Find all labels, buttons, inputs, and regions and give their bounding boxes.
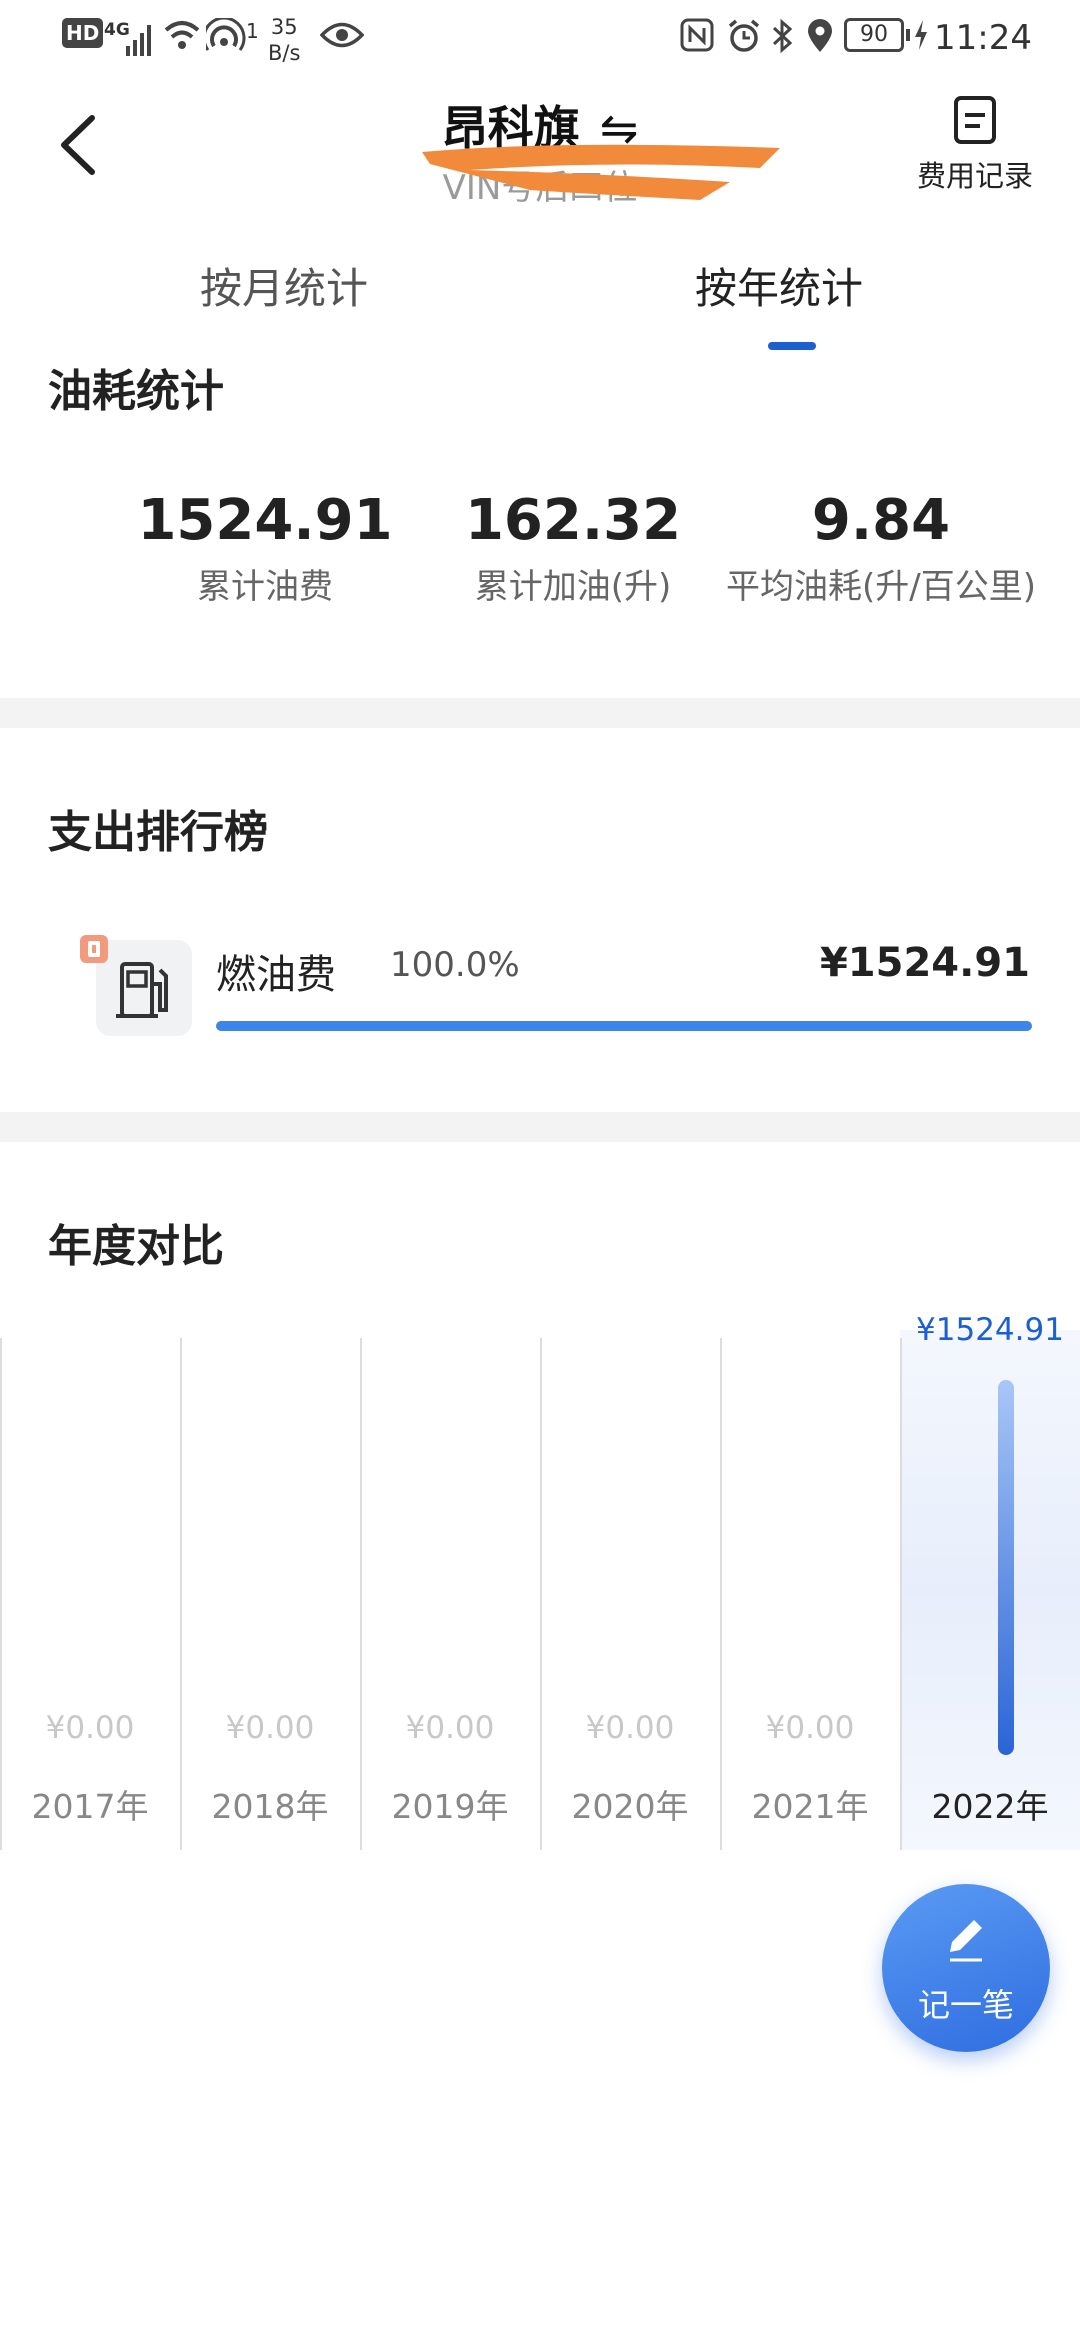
- year-column-1[interactable]: ¥0.00 2018年: [180, 1330, 360, 1850]
- fuel-stats-title: 油耗统计: [48, 366, 224, 417]
- tab-yearly[interactable]: 按年统计: [695, 255, 863, 316]
- hd-icon: HD: [62, 18, 104, 48]
- year-column-3[interactable]: ¥0.00 2020年: [540, 1330, 720, 1850]
- stat-total-fuel-cost: 1524.91 累计油费: [100, 488, 430, 608]
- column-divider: [180, 1338, 182, 1850]
- pen-icon: [950, 1920, 982, 1962]
- value-label-3: ¥0.00: [585, 1710, 675, 1746]
- column-divider: [720, 1338, 722, 1850]
- stat-label: 累计油费: [197, 567, 333, 607]
- clock: 11:24: [934, 18, 1032, 58]
- value-label-0: ¥0.00: [45, 1710, 135, 1746]
- year-column-2[interactable]: ¥0.00 2019年: [360, 1330, 540, 1850]
- yearly-title: 年度对比: [48, 1221, 224, 1272]
- column-divider: [0, 1338, 2, 1850]
- battery-icon: 90: [844, 18, 910, 52]
- yearly-bar-chart: ¥0.00 2017年 ¥0.00 2018年 ¥0.00 2019年 ¥0.00 2020年…: [0, 1312, 1080, 1850]
- stat-label: 累计加油(升): [474, 567, 672, 607]
- column-divider: [540, 1338, 542, 1850]
- wifi-icon: [162, 18, 202, 54]
- hotspot-count: 1: [246, 19, 259, 43]
- expense-record-button[interactable]: 费用记录: [900, 95, 1050, 205]
- ranking-progress-fill: [216, 1021, 1032, 1031]
- net-speed: 35 B/s: [268, 14, 300, 66]
- eye-icon: [320, 18, 364, 52]
- column-divider: [900, 1338, 902, 1850]
- value-label-5: ¥1524.91: [916, 1312, 1064, 1348]
- network-type: 4G: [104, 20, 130, 40]
- year-label-1: 2018年: [211, 1787, 329, 1826]
- value-label-1: ¥0.00: [225, 1710, 315, 1746]
- signal-icon: 4G: [104, 20, 154, 60]
- year-label-5: 2022年: [931, 1787, 1049, 1826]
- category-badge-icon: [80, 935, 108, 963]
- expense-record-label: 费用记录: [916, 159, 1033, 193]
- tab-monthly[interactable]: 按月统计: [200, 255, 368, 316]
- active-tab-indicator: [768, 342, 816, 350]
- battery-level: 90: [844, 18, 904, 52]
- ranking-item-name: 燃油费: [216, 952, 336, 998]
- ranking-item-amount: ¥1524.91: [819, 940, 1030, 986]
- hotspot-icon: 1: [206, 18, 259, 54]
- hd-label: HD: [62, 18, 104, 48]
- year-column-0[interactable]: ¥0.00 2017年: [0, 1330, 180, 1850]
- net-speed-unit: B/s: [268, 41, 301, 65]
- ranking-title: 支出排行榜: [48, 807, 268, 858]
- stat-avg-consumption: 9.84 平均油耗(升/百公里): [716, 488, 1046, 608]
- stat-total-fuel-liters: 162.32 累计加油(升): [408, 488, 738, 608]
- stat-value: 9.84: [811, 488, 951, 553]
- year-column-4[interactable]: ¥0.00 2021年: [720, 1330, 900, 1850]
- year-label-4: 2021年: [751, 1787, 869, 1826]
- year-label-2: 2019年: [391, 1787, 509, 1826]
- bluetooth-icon: [770, 18, 796, 54]
- alarm-icon: [726, 18, 762, 54]
- year-label-3: 2020年: [571, 1787, 689, 1826]
- stat-value: 1524.91: [137, 488, 393, 553]
- value-label-2: ¥0.00: [405, 1710, 495, 1746]
- add-record-label: 记一笔: [917, 1986, 1014, 2024]
- year-label-0: 2017年: [31, 1787, 149, 1826]
- stat-label: 平均油耗(升/百公里): [726, 567, 1036, 607]
- redaction-scribble: [422, 144, 780, 200]
- fuel-pump-icon: [96, 940, 192, 1036]
- value-label-4: ¥0.00: [765, 1710, 855, 1746]
- year-column-5[interactable]: ¥1524.91 2022年: [900, 1312, 1080, 1850]
- bar-5: [998, 1380, 1014, 1755]
- add-record-button[interactable]: 记一笔: [882, 1884, 1050, 2052]
- nfc-icon: [680, 18, 714, 52]
- charging-icon: [912, 18, 930, 52]
- section-divider: [0, 1112, 1080, 1142]
- net-speed-value: 35: [270, 15, 298, 39]
- ranking-item-percent: 100.0%: [390, 945, 520, 985]
- section-divider: [0, 698, 1080, 728]
- ranking-progress-track: [216, 1021, 1032, 1031]
- status-bar: HD 4G 1 35 B/s 90 11:24: [0, 0, 1080, 80]
- selected-column-highlight: [900, 1330, 1080, 1850]
- location-icon: [806, 18, 834, 54]
- stat-value: 162.32: [464, 488, 682, 553]
- document-icon: [954, 96, 996, 144]
- column-divider: [360, 1338, 362, 1850]
